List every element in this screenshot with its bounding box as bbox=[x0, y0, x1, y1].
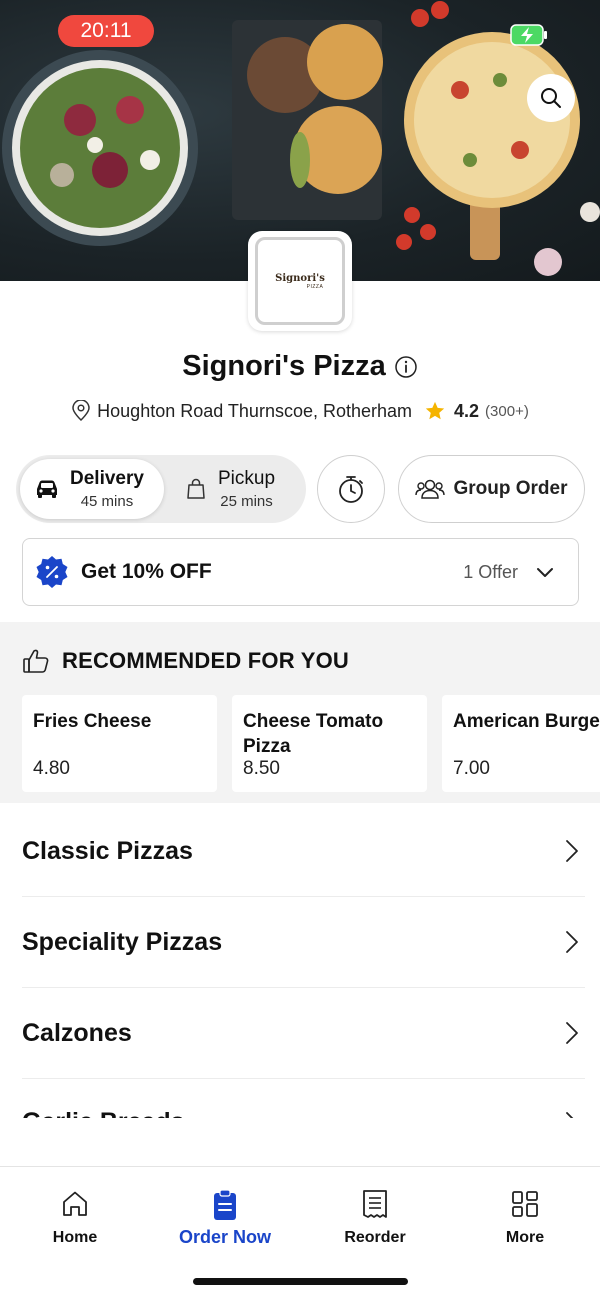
receipt-icon bbox=[363, 1190, 387, 1218]
tab-label: Order Now bbox=[178, 1227, 271, 1247]
recommended-card[interactable]: Fries Cheese 4.80 bbox=[22, 695, 217, 792]
tab-home[interactable]: Home bbox=[0, 1189, 150, 1247]
rating-value: 4.2 bbox=[454, 400, 480, 421]
pickup-option[interactable]: Pickup 25 mins bbox=[186, 459, 302, 519]
schedule-button[interactable] bbox=[317, 455, 385, 523]
delivery-label: Delivery bbox=[70, 468, 144, 489]
discount-badge-icon bbox=[36, 556, 68, 588]
info-icon[interactable] bbox=[394, 355, 418, 379]
category-label: Calzones bbox=[22, 1018, 132, 1047]
shopping-bag-icon bbox=[187, 478, 205, 499]
rating-count: (300+) bbox=[485, 402, 529, 420]
address-row: Houghton Road Thurnscoe, Rotherham 4.2 (… bbox=[0, 400, 600, 422]
home-indicator bbox=[193, 1278, 408, 1285]
tab-label: Home bbox=[52, 1229, 98, 1246]
search-button[interactable] bbox=[527, 74, 575, 122]
recommended-item-price: 8.50 bbox=[243, 758, 280, 779]
tab-reorder[interactable]: Reorder bbox=[300, 1189, 450, 1247]
stopwatch-icon bbox=[339, 476, 363, 503]
tab-order-now[interactable]: Order Now bbox=[150, 1189, 300, 1248]
home-icon bbox=[63, 1191, 87, 1216]
group-order-label: Group Order bbox=[453, 478, 568, 499]
tab-label: More bbox=[505, 1229, 545, 1246]
recommended-item-price: 4.80 bbox=[33, 758, 70, 779]
category-row[interactable]: Calzones bbox=[22, 988, 585, 1079]
category-row[interactable]: Classic Pizzas bbox=[22, 806, 585, 897]
chevron-down-icon bbox=[537, 568, 553, 577]
recommended-title: RECOMMENDED FOR YOU bbox=[62, 648, 349, 673]
category-label: Classic Pizzas bbox=[22, 836, 193, 865]
grid-icon bbox=[512, 1191, 538, 1217]
recommended-item-price: 7.00 bbox=[453, 758, 490, 779]
pickup-time: 25 mins bbox=[220, 493, 273, 510]
restaurant-logo: Signori's PIZZA bbox=[248, 231, 352, 331]
delivery-time: 45 mins bbox=[80, 493, 134, 510]
order-mode-switch: Delivery 45 mins Pickup 25 mins bbox=[16, 455, 306, 523]
chevron-right-icon bbox=[566, 840, 578, 862]
tab-more[interactable]: More bbox=[450, 1189, 600, 1247]
chevron-right-icon bbox=[566, 1111, 574, 1118]
offer-count: 1 Offer bbox=[463, 561, 518, 582]
group-order-button[interactable]: Group Order bbox=[398, 455, 585, 523]
chevron-right-icon bbox=[566, 1022, 578, 1044]
tab-label: Reorder bbox=[344, 1229, 406, 1246]
pickup-label: Pickup bbox=[218, 468, 276, 489]
category-row-clipped[interactable]: Garlic Breads bbox=[0, 1090, 600, 1118]
restaurant-name: Signori's Pizza bbox=[182, 350, 386, 382]
logo-subtext: PIZZA bbox=[306, 283, 324, 290]
recommended-header: RECOMMENDED FOR YOU bbox=[22, 648, 349, 674]
category-label: Speciality Pizzas bbox=[22, 927, 223, 956]
restaurant-title-row: Signori's Pizza bbox=[0, 350, 600, 383]
order-icon bbox=[214, 1189, 236, 1220]
offer-banner[interactable]: Get 10% OFF 1 Offer bbox=[22, 538, 579, 606]
thumbs-up-icon bbox=[23, 649, 49, 673]
category-label: Garlic Breads bbox=[22, 1108, 185, 1118]
delivery-option[interactable]: Delivery 45 mins bbox=[20, 459, 164, 519]
logo-text: Signori's bbox=[275, 272, 325, 284]
recommended-card[interactable]: Cheese Tomato Pizza 8.50 bbox=[232, 695, 427, 792]
car-icon bbox=[37, 480, 57, 498]
restaurant-address: Houghton Road Thurnscoe, Rotherham bbox=[97, 400, 413, 421]
battery-charging-icon bbox=[510, 24, 547, 46]
recommended-item-name: American Burger bbox=[453, 711, 600, 732]
chevron-right-icon bbox=[566, 931, 578, 953]
search-icon bbox=[541, 88, 561, 108]
recommended-card[interactable]: American Burger 7.00 bbox=[442, 695, 600, 792]
offer-title: Get 10% OFF bbox=[81, 560, 212, 583]
star-icon bbox=[425, 401, 445, 420]
recommended-section: RECOMMENDED FOR YOU Fries Cheese 4.80 Ch… bbox=[0, 622, 600, 803]
recommended-item-name: Cheese Tomato Pizza bbox=[243, 711, 384, 757]
category-row[interactable]: Speciality Pizzas bbox=[22, 897, 585, 988]
group-users-icon bbox=[415, 479, 446, 499]
status-time: 20:11 bbox=[58, 15, 154, 47]
recommended-item-name: Fries Cheese bbox=[33, 711, 152, 732]
location-pin-icon bbox=[72, 400, 90, 422]
